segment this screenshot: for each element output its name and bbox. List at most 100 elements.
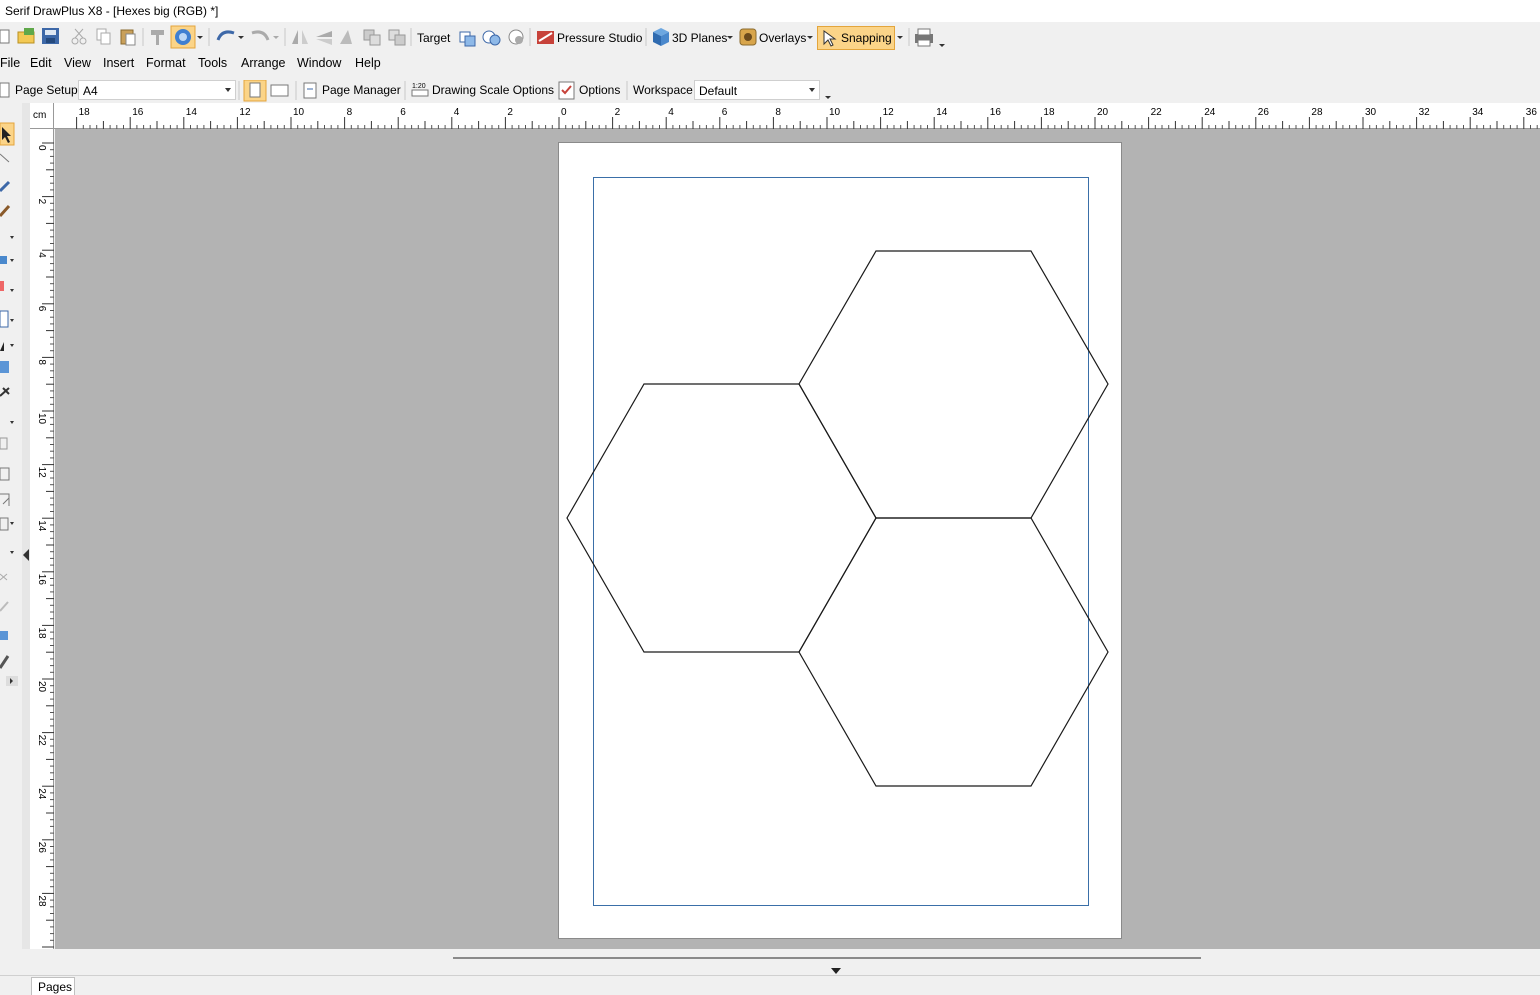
shape-tool-icon[interactable]	[0, 256, 7, 264]
menu-file[interactable]: File	[0, 56, 20, 70]
3d-planes-button[interactable]: 3D Planes	[672, 27, 727, 49]
overlays-dropdown-icon[interactable]	[807, 36, 813, 39]
portrait-orientation-button[interactable]	[243, 80, 267, 102]
overlays-label: Overlays	[759, 31, 807, 45]
drawing-scale-options-label[interactable]: Drawing Scale Options	[432, 83, 554, 97]
fill-tool-icon[interactable]	[0, 281, 4, 291]
ruler-label: 30	[1365, 107, 1377, 118]
menu-arrange[interactable]: Arrange	[241, 56, 285, 70]
ruler-label: 0	[36, 145, 47, 151]
overlays-button[interactable]: Overlays	[759, 27, 806, 49]
snapping-button[interactable]: Snapping	[817, 26, 895, 50]
landscape-orientation-button[interactable]	[270, 84, 289, 97]
paste-icon[interactable]	[120, 29, 136, 46]
text-tool-icon[interactable]	[0, 342, 4, 351]
table-tool-icon[interactable]	[0, 517, 9, 531]
ruler-origin-corner[interactable]: cm	[30, 103, 54, 129]
new-document-icon[interactable]	[0, 29, 10, 44]
line-tool-icon[interactable]	[0, 153, 10, 163]
pen-tool-icon[interactable]	[0, 180, 11, 193]
brush-tool-icon[interactable]	[0, 204, 11, 218]
side-panel-handle[interactable]	[22, 103, 30, 949]
pointer-tool-icon[interactable]	[0, 122, 15, 146]
pages-tab-label: Pages	[38, 980, 73, 994]
tool-flyout-arrow-icon[interactable]	[10, 259, 14, 262]
pin-tool-icon[interactable]	[0, 387, 10, 397]
drawing-scale-icon[interactable]: 1:20	[411, 83, 429, 97]
pages-tab[interactable]: Pages	[31, 977, 75, 995]
page-manager-icon[interactable]	[303, 82, 317, 99]
flip-horizontal-icon[interactable]	[292, 30, 308, 44]
undo-dropdown-icon[interactable]	[238, 36, 244, 39]
tool-flyout-arrow-icon[interactable]	[10, 344, 14, 347]
page-setup-icon[interactable]	[0, 82, 10, 98]
page-manager-label[interactable]: Page Manager	[322, 83, 401, 97]
bring-forward-icon[interactable]	[363, 29, 381, 46]
tool-flyout-arrow-icon[interactable]	[10, 289, 14, 292]
3d-planes-icon[interactable]	[653, 28, 669, 46]
toolbar-overflow-icon[interactable]	[939, 44, 945, 47]
pressure-studio-icon[interactable]	[537, 31, 554, 44]
menu-edit[interactable]: Edit	[30, 56, 52, 70]
horizontal-scrollbar[interactable]	[453, 957, 1201, 959]
cut-icon[interactable]	[71, 28, 87, 45]
open-folder-icon[interactable]	[17, 28, 35, 44]
snapping-label: Snapping	[841, 31, 892, 45]
redo-dropdown-icon[interactable]	[273, 36, 279, 39]
tools-panel-icons	[0, 122, 18, 686]
ruler-label: 2	[507, 107, 513, 118]
tool-flyout-arrow-icon[interactable]	[10, 421, 14, 424]
stamp-tool-icon[interactable]	[0, 631, 8, 640]
dimension-tool-icon[interactable]	[0, 467, 10, 481]
flip-vertical-icon[interactable]	[316, 31, 332, 45]
menu-format[interactable]: Format	[146, 56, 186, 70]
menu-help[interactable]: Help	[355, 56, 381, 70]
dropdown-arrow-icon[interactable]	[197, 36, 203, 39]
ruler-label: 2	[615, 107, 621, 118]
undo-icon[interactable]	[216, 30, 235, 41]
dropper-tool-icon[interactable]	[0, 655, 10, 669]
page-size-value: A4	[83, 84, 98, 98]
context-toolbar-overflow-icon[interactable]	[825, 96, 831, 99]
tool-flyout-arrow-icon[interactable]	[10, 236, 14, 239]
rotate-icon[interactable]	[340, 30, 352, 44]
send-backward-icon[interactable]	[388, 29, 406, 46]
shape-combine-icon[interactable]	[459, 31, 476, 47]
pressure-studio-button[interactable]: Pressure Studio	[557, 27, 642, 49]
tool-flyout-arrow-icon[interactable]	[10, 522, 14, 525]
copy-icon[interactable]	[96, 28, 111, 45]
overlays-icon[interactable]	[739, 28, 757, 46]
picture-tool-icon[interactable]	[0, 361, 9, 373]
tool-flyout-arrow-icon[interactable]	[10, 319, 14, 322]
page-setup-label[interactable]: Page Setup	[15, 83, 78, 97]
menu-view[interactable]: View	[64, 56, 91, 70]
target-button[interactable]: Target	[417, 27, 450, 49]
menu-window[interactable]: Window	[297, 56, 341, 70]
ruler-label: 20	[1097, 107, 1109, 118]
shape-add-icon[interactable]	[482, 30, 501, 46]
collapse-panel-icon[interactable]	[22, 548, 30, 562]
workspace-select[interactable]: Default	[694, 80, 820, 100]
tool-flyout-arrow-icon[interactable]	[10, 551, 14, 554]
expand-pages-icon[interactable]	[830, 967, 842, 975]
expand-panel-icon[interactable]	[6, 676, 18, 686]
3d-planes-dropdown-icon[interactable]	[727, 36, 733, 39]
options-icon[interactable]	[558, 81, 575, 100]
connector-tool-icon[interactable]	[0, 437, 8, 450]
options-label[interactable]: Options	[579, 83, 620, 97]
knife-tool-icon[interactable]	[0, 601, 9, 612]
crop-tool-icon[interactable]	[0, 493, 10, 506]
redo-icon[interactable]	[251, 30, 270, 41]
shape-subtract-icon[interactable]	[508, 29, 524, 45]
print-icon[interactable]	[915, 28, 933, 47]
text-frame-tool-icon[interactable]	[0, 310, 9, 328]
menu-bar	[0, 52, 1540, 76]
menu-tools[interactable]: Tools	[198, 56, 227, 70]
page-size-select[interactable]: A4	[78, 80, 236, 100]
save-icon[interactable]	[42, 28, 59, 44]
web-globe-icon[interactable]	[170, 25, 196, 49]
format-painter-icon[interactable]	[151, 30, 164, 45]
snapping-dropdown-icon[interactable]	[897, 36, 903, 39]
menu-insert[interactable]: Insert	[103, 56, 134, 70]
eraser-tool-icon[interactable]	[0, 573, 8, 581]
